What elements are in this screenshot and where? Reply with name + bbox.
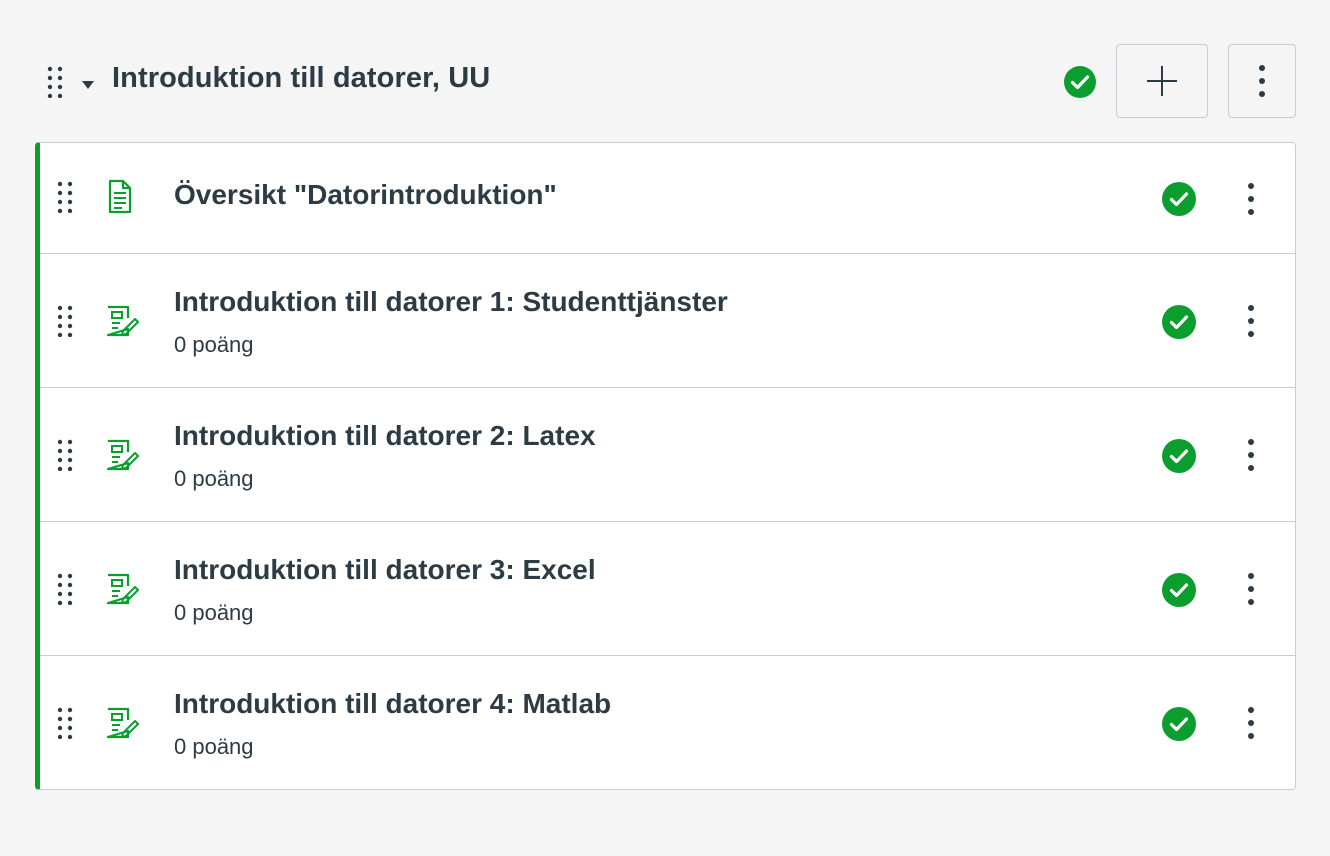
assignment-icon: [104, 706, 140, 745]
drag-handle-icon[interactable]: [57, 707, 73, 739]
module-options-button[interactable]: [1228, 44, 1296, 118]
item-options-button[interactable]: [1236, 301, 1266, 341]
kebab-menu-icon: [1248, 707, 1254, 739]
item-points: 0 poäng: [174, 600, 254, 625]
item-title[interactable]: Översikt "Datorintroduktion": [174, 179, 557, 211]
kebab-menu-icon: [1248, 305, 1254, 337]
item-options-button[interactable]: [1236, 569, 1266, 609]
item-title[interactable]: Introduktion till datorer 1: Studenttjän…: [174, 286, 728, 318]
kebab-menu-icon: [1248, 439, 1254, 471]
module-item[interactable]: Introduktion till datorer 1: Studenttjän…: [40, 254, 1295, 388]
assignment-icon: [104, 572, 140, 611]
published-check-icon[interactable]: [1161, 181, 1197, 222]
caret-down-icon[interactable]: [80, 78, 96, 96]
plus-icon: [1147, 66, 1177, 96]
kebab-menu-icon: [1259, 65, 1265, 97]
drag-handle-icon[interactable]: [57, 181, 73, 213]
published-check-icon[interactable]: [1062, 64, 1098, 105]
item-title[interactable]: Introduktion till datorer 4: Matlab: [174, 688, 611, 720]
published-check-icon[interactable]: [1161, 438, 1197, 479]
module-title[interactable]: Introduktion till datorer, UU: [112, 62, 490, 95]
assignment-icon: [104, 304, 140, 343]
assignment-icon: [104, 438, 140, 477]
item-points: 0 poäng: [174, 734, 254, 759]
item-options-button[interactable]: [1236, 703, 1266, 743]
item-options-button[interactable]: [1236, 435, 1266, 475]
add-item-button[interactable]: [1116, 44, 1208, 118]
item-title[interactable]: Introduktion till datorer 2: Latex: [174, 420, 596, 452]
item-title[interactable]: Introduktion till datorer 3: Excel: [174, 554, 596, 586]
published-check-icon[interactable]: [1161, 572, 1197, 613]
module-header: Introduktion till datorer, UU: [0, 40, 1330, 124]
drag-handle-icon[interactable]: [57, 439, 73, 471]
module-items-list: Översikt "Datorintroduktion" Introduktio…: [35, 142, 1296, 790]
module-item[interactable]: Introduktion till datorer 2: Latex 0 poä…: [40, 388, 1295, 522]
module-item[interactable]: Introduktion till datorer 3: Excel 0 poä…: [40, 522, 1295, 656]
item-points: 0 poäng: [174, 466, 254, 491]
drag-handle-icon[interactable]: [47, 66, 63, 98]
published-check-icon[interactable]: [1161, 706, 1197, 747]
kebab-menu-icon: [1248, 183, 1254, 215]
item-options-button[interactable]: [1236, 179, 1266, 219]
kebab-menu-icon: [1248, 573, 1254, 605]
page-document-icon: [104, 179, 136, 220]
drag-handle-icon[interactable]: [57, 573, 73, 605]
item-points: 0 poäng: [174, 332, 254, 357]
published-check-icon[interactable]: [1161, 304, 1197, 345]
module-item[interactable]: Introduktion till datorer 4: Matlab 0 po…: [40, 656, 1295, 789]
drag-handle-icon[interactable]: [57, 305, 73, 337]
module-item[interactable]: Översikt "Datorintroduktion": [40, 143, 1295, 254]
